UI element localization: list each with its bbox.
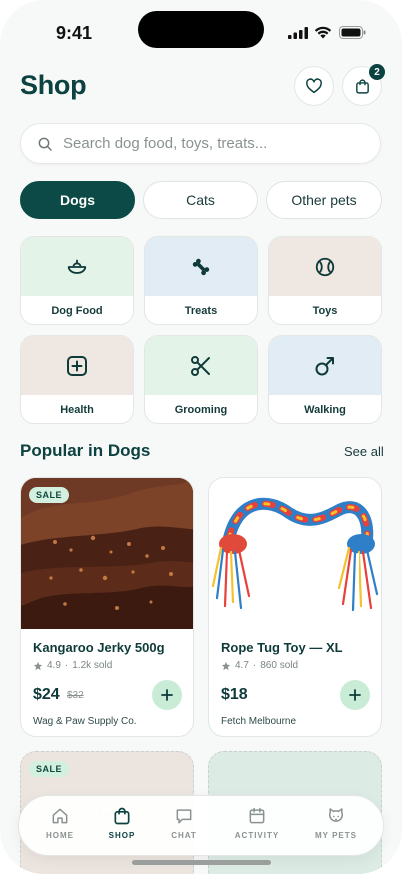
product-rating: 4.9	[47, 660, 61, 671]
home-indicator	[132, 860, 271, 865]
product-image-jerky: SALE	[21, 478, 193, 629]
tab-cats[interactable]: Cats	[143, 181, 258, 219]
heart-icon	[306, 78, 322, 94]
product-meta: 4.9 · 1.2k sold	[33, 660, 112, 671]
signal-icon	[288, 27, 308, 39]
category-toys[interactable]: Toys	[268, 236, 382, 325]
plus-icon	[349, 689, 361, 701]
pet-type-tabs: Dogs Cats Other pets	[20, 181, 382, 219]
add-to-cart-button[interactable]	[152, 680, 182, 710]
nav-label: CHAT	[171, 831, 197, 840]
shopping-bag-icon	[355, 78, 369, 94]
status-bar: 9:41	[0, 0, 402, 60]
product-price: $18	[221, 686, 248, 703]
product-seller: Wag & Paw Supply Co.	[33, 716, 137, 727]
category-walking[interactable]: Walking	[268, 335, 382, 424]
cart-button[interactable]: 2	[342, 64, 385, 106]
product-card[interactable]: Rope Tug Toy — XL 4.7 · 860 sold $18 Fet…	[208, 477, 382, 737]
category-grooming[interactable]: Grooming	[144, 335, 258, 424]
star-icon	[33, 661, 43, 670]
product-meta: 4.7 · 860 sold	[221, 660, 298, 671]
product-rating: 4.7	[235, 660, 249, 671]
nav-my-pets[interactable]: MY PETS	[305, 806, 367, 850]
bottom-navigation: HOME SHOP CHAT ACTIVITY MY PETS	[18, 795, 384, 856]
calendar-icon	[249, 807, 265, 824]
meta-separator: ·	[64, 660, 69, 671]
product-old-price: $32	[67, 690, 84, 701]
sale-badge: SALE	[29, 487, 70, 503]
section-title: Popular in Dogs	[20, 441, 151, 460]
scissors-icon	[191, 355, 210, 376]
star-icon	[221, 661, 231, 670]
category-label: Walking	[304, 404, 346, 416]
product-name: Kangaroo Jerky 500g	[33, 640, 165, 655]
status-time: 9:41	[56, 23, 93, 43]
bone-icon	[192, 258, 210, 275]
plus-icon	[161, 689, 173, 701]
category-treats[interactable]: Treats	[144, 236, 258, 325]
product-sold: 860 sold	[260, 660, 299, 671]
wifi-icon	[314, 26, 332, 39]
search-bar[interactable]	[20, 123, 381, 164]
nav-activity[interactable]: ACTIVITY	[226, 806, 288, 850]
tab-other-pets[interactable]: Other pets	[266, 181, 382, 219]
category-health[interactable]: Health	[20, 335, 134, 424]
product-seller: Fetch Melbourne	[221, 716, 297, 727]
see-all-link[interactable]: See all	[344, 444, 384, 459]
product-price: $24	[33, 686, 60, 703]
category-label: Toys	[312, 305, 338, 317]
dynamic-island	[138, 11, 264, 48]
product-image-rope-toy	[209, 478, 381, 629]
health-plus-icon	[67, 355, 87, 376]
category-label: Health	[60, 404, 94, 416]
sale-badge: SALE	[29, 761, 70, 777]
nav-label: HOME	[46, 831, 74, 840]
nav-label: ACTIVITY	[234, 831, 280, 840]
ball-icon	[315, 257, 335, 276]
page-title: Shop	[20, 70, 87, 100]
cat-face-icon	[329, 808, 343, 822]
shopping-bag-icon	[114, 807, 130, 825]
cart-count-badge: 2	[369, 64, 385, 80]
tab-dogs[interactable]: Dogs	[20, 181, 135, 219]
nav-label: SHOP	[108, 831, 136, 840]
product-card[interactable]: SALE Kangaroo Jerky 500g 4.9 · 1.2k sold…	[20, 477, 194, 737]
nav-home[interactable]: HOME	[29, 806, 91, 850]
favorites-button[interactable]	[294, 66, 334, 106]
category-label: Treats	[184, 305, 218, 317]
home-icon	[52, 808, 68, 824]
meta-separator: ·	[252, 660, 257, 671]
product-name: Rope Tug Toy — XL	[221, 640, 343, 655]
category-label: Dog Food	[51, 305, 103, 317]
phone-screen: 9:41 Shop 2 Search dog food, toys, treat…	[0, 0, 402, 874]
nav-label: MY PETS	[315, 831, 357, 840]
leash-icon	[315, 356, 334, 375]
chat-icon	[176, 809, 192, 824]
nav-chat[interactable]: CHAT	[153, 806, 215, 850]
search-icon	[38, 137, 52, 151]
search-input[interactable]	[63, 135, 353, 152]
category-dog-food[interactable]: Dog Food	[20, 236, 134, 325]
add-to-cart-button[interactable]	[340, 680, 370, 710]
nav-shop[interactable]: SHOP	[91, 806, 153, 850]
food-bowl-icon	[67, 259, 87, 274]
battery-icon	[339, 26, 366, 39]
product-sold: 1.2k sold	[72, 660, 113, 671]
category-label: Grooming	[174, 404, 228, 416]
